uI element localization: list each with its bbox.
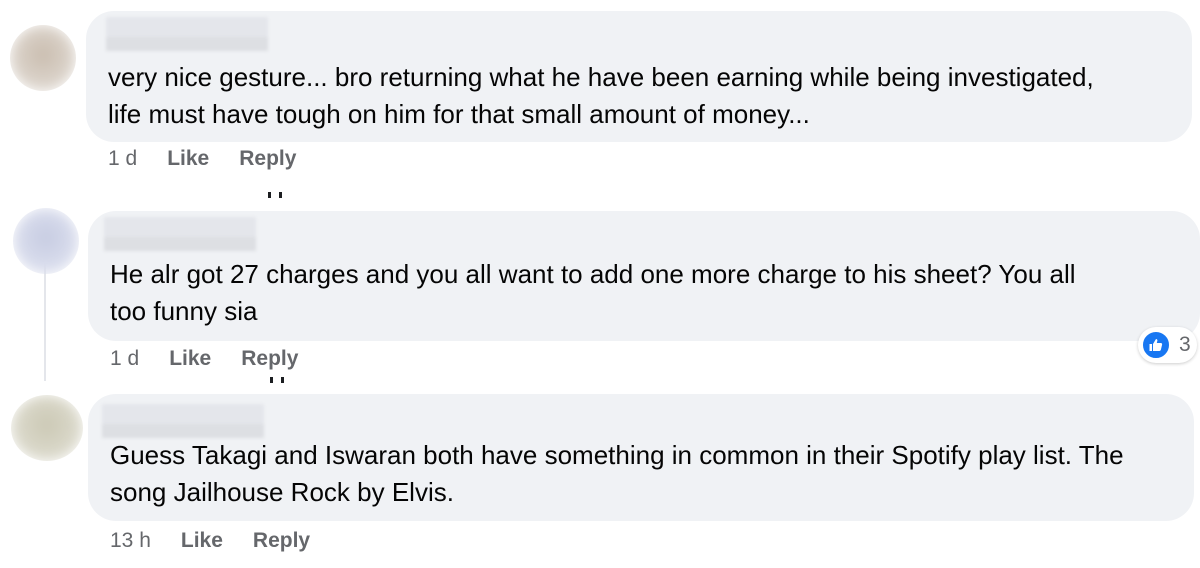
reaction-summary[interactable]: 3: [1138, 327, 1197, 363]
comment-timestamp[interactable]: 1 d: [108, 147, 137, 171]
reply-button[interactable]: Reply: [239, 147, 296, 171]
comment-actions: 13 h Like Reply: [110, 529, 340, 553]
hidden-reply-indicator: [270, 375, 304, 385]
redacted-author-name[interactable]: [102, 404, 264, 438]
reply-button[interactable]: Reply: [241, 347, 298, 371]
comment-timestamp[interactable]: 1 d: [110, 347, 139, 371]
comment-bubble: He alr got 27 charges and you all want t…: [88, 211, 1200, 341]
comment-text: very nice gesture... bro returning what …: [108, 62, 1094, 129]
comment-timestamp[interactable]: 13 h: [110, 529, 151, 553]
comment-actions: 1 d Like Reply: [110, 347, 328, 371]
like-reaction-icon: [1141, 330, 1171, 360]
redacted-author-name[interactable]: [104, 217, 256, 251]
avatar[interactable]: [13, 208, 79, 274]
avatar[interactable]: [11, 395, 83, 461]
avatar[interactable]: [10, 25, 76, 91]
like-button[interactable]: Like: [167, 147, 209, 171]
comment-text: He alr got 27 charges and you all want t…: [110, 259, 1076, 326]
reaction-count: 3: [1179, 333, 1191, 356]
like-button[interactable]: Like: [169, 347, 211, 371]
like-button[interactable]: Like: [181, 529, 223, 553]
comment-bubble: Guess Takagi and Iswaran both have somet…: [88, 394, 1194, 521]
hidden-reply-indicator: [268, 190, 302, 200]
redacted-author-name[interactable]: [106, 17, 268, 51]
comment-bubble: very nice gesture... bro returning what …: [86, 11, 1192, 142]
comment-text: Guess Takagi and Iswaran both have somet…: [110, 440, 1124, 507]
reply-button[interactable]: Reply: [253, 529, 310, 553]
comment-actions: 1 d Like Reply: [108, 147, 326, 171]
